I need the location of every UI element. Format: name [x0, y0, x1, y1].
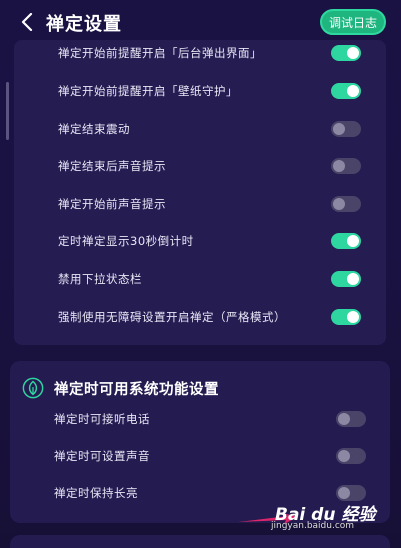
- setting-toggle[interactable]: [331, 83, 361, 99]
- setting-row: 禅定结束后声音提示: [14, 148, 386, 184]
- setting-toggle[interactable]: [331, 309, 361, 325]
- setting-row: 强制使用无障碍设置开启禅定（严格模式）: [14, 299, 386, 335]
- setting-toggle[interactable]: [331, 121, 361, 137]
- setting-label: 禅定结束后声音提示: [58, 159, 166, 173]
- setting-label: 禅定结束震动: [58, 122, 130, 136]
- setting-row: 禅定开始前声音提示: [14, 186, 386, 222]
- page-title: 禅定设置: [46, 14, 122, 35]
- setting-label: 禅定开始前声音提示: [58, 197, 166, 211]
- setting-label: 禅定开始前提醒开启「壁纸守护」: [58, 84, 238, 98]
- setting-label: 禅定开始前提醒开启「后台弹出界面」: [58, 46, 262, 60]
- next-card: [10, 535, 390, 548]
- setting-toggle[interactable]: [331, 196, 361, 212]
- setting-row: 禅定时可设置声音: [10, 438, 390, 474]
- setting-label: 强制使用无障碍设置开启禅定（严格模式）: [58, 310, 286, 324]
- setting-label: 禁用下拉状态栏: [58, 272, 142, 286]
- setting-label: 禅定时可设置声音: [54, 449, 150, 463]
- scroll-indicator[interactable]: [6, 82, 9, 140]
- setting-toggle[interactable]: [336, 411, 366, 427]
- section-title: 禅定时可用系统功能设置: [54, 381, 219, 398]
- setting-row: 禁用下拉状态栏: [14, 261, 386, 297]
- watermark-arrow-icon: [238, 513, 298, 524]
- chevron-left-icon: [21, 13, 33, 31]
- setting-toggle[interactable]: [331, 158, 361, 174]
- setting-toggle[interactable]: [331, 271, 361, 287]
- section-header: 禅定时可用系统功能设置: [22, 375, 219, 401]
- setting-row: 禅定时保持长亮: [10, 475, 390, 511]
- setting-toggle[interactable]: [336, 485, 366, 501]
- setting-row: 禅定结束震动: [14, 111, 386, 147]
- setting-row: 禅定时可接听电话: [10, 401, 390, 437]
- leaf-icon: [22, 377, 44, 399]
- setting-row: 禅定开始前提醒开启「壁纸守护」: [14, 73, 386, 109]
- setting-toggle[interactable]: [336, 448, 366, 464]
- back-button[interactable]: [18, 13, 36, 31]
- setting-toggle[interactable]: [331, 45, 361, 61]
- setting-label: 禅定时可接听电话: [54, 412, 150, 426]
- system-features-card: 禅定时可用系统功能设置 禅定时可接听电话 禅定时可设置声音 禅定时保持长亮: [10, 361, 390, 523]
- settings-card: 禅定开始前提醒开启「后台弹出界面」 禅定开始前提醒开启「壁纸守护」 禅定结束震动…: [14, 40, 386, 345]
- debug-log-button[interactable]: 调试日志: [320, 9, 386, 35]
- setting-row: 禅定开始前提醒开启「后台弹出界面」: [14, 35, 386, 71]
- screen: 禅定设置 调试日志 禅定开始前提醒开启「后台弹出界面」 禅定开始前提醒开启「壁纸…: [0, 0, 401, 548]
- setting-label: 禅定时保持长亮: [54, 486, 138, 500]
- setting-label: 定时禅定显示30秒倒计时: [58, 234, 194, 248]
- setting-row: 定时禅定显示30秒倒计时: [14, 223, 386, 259]
- setting-toggle[interactable]: [331, 233, 361, 249]
